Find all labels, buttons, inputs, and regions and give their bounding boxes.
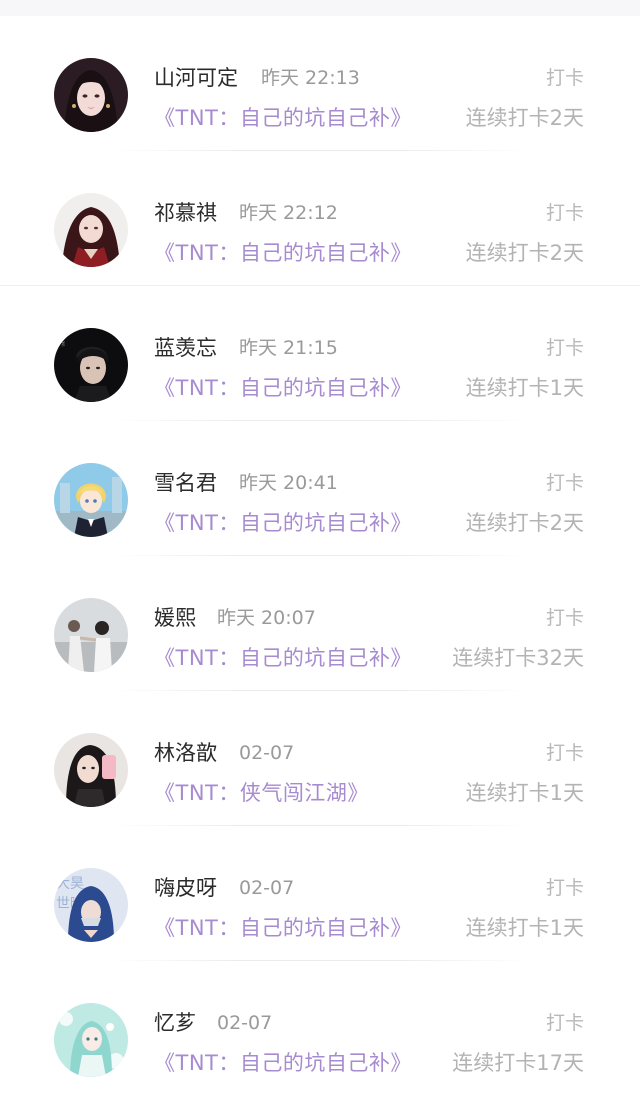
checkin-time: 昨天 22:13 [261,67,360,89]
streak-count: 连续打卡1天 [465,916,584,940]
user-name[interactable]: 媛熙 [154,605,196,631]
checkin-tag: 打卡 [545,742,584,764]
user-name[interactable]: 蓝羡忘 [154,335,217,361]
checkin-tag: 打卡 [545,202,584,224]
book-title-link[interactable]: 《TNT：自己的坑自己补》 [154,104,412,132]
checkin-time: 昨天 20:41 [239,472,338,494]
girl-selfie-avatar[interactable] [54,733,128,807]
checkin-time: 02-07 [239,742,295,764]
book-title-link[interactable]: 《TNT：自己的坑自己补》 [154,914,412,942]
list-item[interactable]: 纟 蓝羡忘 昨天 21:15 打卡 《TNT：自己的坑自己补》 连续打卡1天 [0,286,640,421]
svg-text:大昊: 大昊 [56,876,84,892]
boy-portrait-avatar[interactable]: 纟 [54,328,128,402]
user-name[interactable]: 嗨皮呀 [154,875,217,901]
list-item[interactable]: 祁慕祺 昨天 22:12 打卡 《TNT：自己的坑自己补》 连续打卡2天 [0,151,640,286]
checkin-tag: 打卡 [545,1012,584,1034]
list-item[interactable]: 雪名君 昨天 20:41 打卡 《TNT：自己的坑自己补》 连续打卡2天 [0,421,640,556]
checkin-tag: 打卡 [545,472,584,494]
top-bar [0,0,640,16]
streak-count: 连续打卡2天 [465,241,584,265]
book-title-link[interactable]: 《TNT：自己的坑自己补》 [154,1049,412,1077]
svg-text:纟: 纟 [61,339,69,348]
anime-flower-avatar[interactable] [54,1003,128,1077]
anime-character-avatar[interactable] [54,193,128,267]
streak-count: 连续打卡2天 [465,511,584,535]
checkin-time: 昨天 20:07 [217,607,316,629]
user-name[interactable]: 林洛歆 [154,740,217,766]
checkin-time: 02-07 [239,877,295,899]
user-name[interactable]: 雪名君 [154,470,217,496]
checkin-time: 02-07 [217,1012,273,1034]
list-item[interactable]: 大昊 世曦 嗨皮呀 02-07 打卡 《TNT：自己的坑自己补》 连续打卡1天 [0,826,640,961]
checkin-time: 昨天 22:12 [239,202,338,224]
checkin-time: 昨天 21:15 [239,337,338,359]
checkin-tag: 打卡 [545,337,584,359]
streak-count: 连续打卡17天 [452,1051,584,1075]
list-item[interactable]: 媛熙 昨天 20:07 打卡 《TNT：自己的坑自己补》 连续打卡32天 [0,556,640,691]
checkin-tag: 打卡 [545,877,584,899]
user-name[interactable]: 祁慕祺 [154,200,217,226]
list-item[interactable]: 山河可定 昨天 22:13 打卡 《TNT：自己的坑自己补》 连续打卡2天 [0,16,640,151]
streak-count: 连续打卡2天 [465,106,584,130]
streak-count: 连续打卡1天 [465,376,584,400]
book-title-link[interactable]: 《TNT：侠气闯江湖》 [154,779,369,807]
checkin-tag: 打卡 [545,607,584,629]
list-item[interactable]: 忆芗 02-07 打卡 《TNT：自己的坑自己补》 连续打卡17天 [0,961,640,1096]
user-name[interactable]: 忆芗 [154,1010,196,1036]
streak-count: 连续打卡32天 [452,646,584,670]
checkin-tag: 打卡 [545,67,584,89]
photo-avatar[interactable] [54,598,128,672]
book-title-link[interactable]: 《TNT：自己的坑自己补》 [154,239,412,267]
book-title-link[interactable]: 《TNT：自己的坑自己补》 [154,374,412,402]
hooded-figure-avatar[interactable]: 大昊 世曦 [54,868,128,942]
anime-blonde-avatar[interactable] [54,463,128,537]
streak-count: 连续打卡1天 [465,781,584,805]
list-item[interactable]: 林洛歆 02-07 打卡 《TNT：侠气闯江湖》 连续打卡1天 [0,691,640,826]
book-title-link[interactable]: 《TNT：自己的坑自己补》 [154,509,412,537]
user-name[interactable]: 山河可定 [154,65,238,91]
book-title-link[interactable]: 《TNT：自己的坑自己补》 [154,644,412,672]
girl-portrait-avatar[interactable] [54,58,128,132]
